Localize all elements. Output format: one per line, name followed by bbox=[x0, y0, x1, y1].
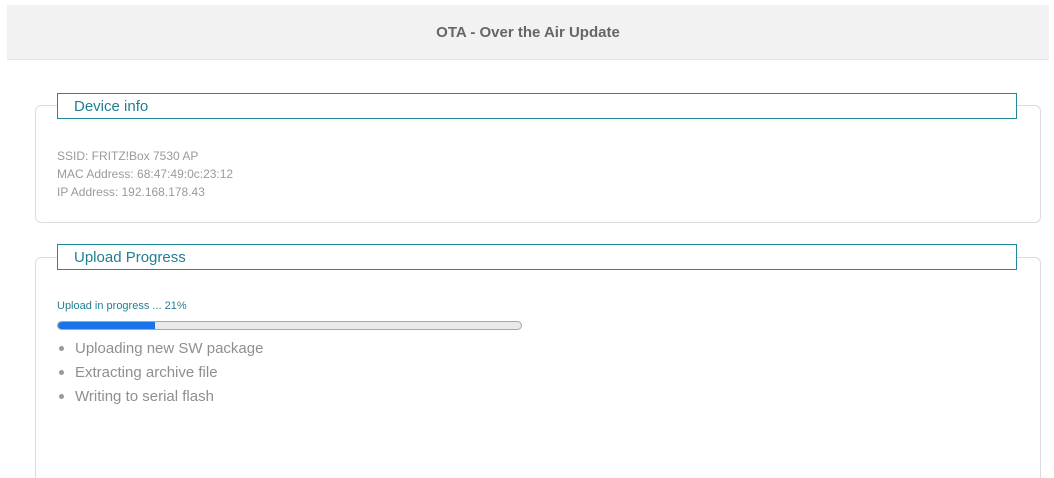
step-label: Extracting archive file bbox=[75, 364, 218, 381]
upload-steps-list: Uploading new SW package Extracting arch… bbox=[57, 337, 263, 409]
step-label: Writing to serial flash bbox=[75, 388, 214, 405]
ssid-text: SSID: FRITZ!Box 7530 AP bbox=[57, 149, 199, 163]
bullet-icon bbox=[59, 394, 64, 399]
list-item: Uploading new SW package bbox=[57, 337, 263, 361]
upload-progress-legend-label: Upload Progress bbox=[74, 248, 186, 266]
page-title: OTA - Over the Air Update bbox=[436, 23, 620, 41]
step-label: Uploading new SW package bbox=[75, 340, 264, 357]
device-info-list: SSID: FRITZ!Box 7530 AP MAC Address: 68:… bbox=[57, 147, 233, 201]
upload-progress-fill bbox=[58, 322, 156, 329]
ip-address-text: IP Address: 192.168.178.43 bbox=[57, 185, 205, 199]
mac-address-text: MAC Address: 68:47:49:0c:23:12 bbox=[57, 167, 234, 181]
bullet-icon bbox=[59, 346, 64, 351]
bullet-icon bbox=[59, 370, 64, 375]
list-item: Extracting archive file bbox=[57, 361, 263, 385]
list-item: Writing to serial flash bbox=[57, 385, 263, 409]
page-header: OTA - Over the Air Update bbox=[7, 5, 1049, 60]
device-info-legend-label: Device info bbox=[74, 97, 149, 115]
device-info-legend: Device info bbox=[57, 93, 1017, 119]
upload-progress-legend: Upload Progress bbox=[57, 244, 1017, 270]
upload-progress-bar bbox=[57, 321, 522, 330]
upload-status-text: Upload in progress ... 21% bbox=[57, 300, 187, 312]
